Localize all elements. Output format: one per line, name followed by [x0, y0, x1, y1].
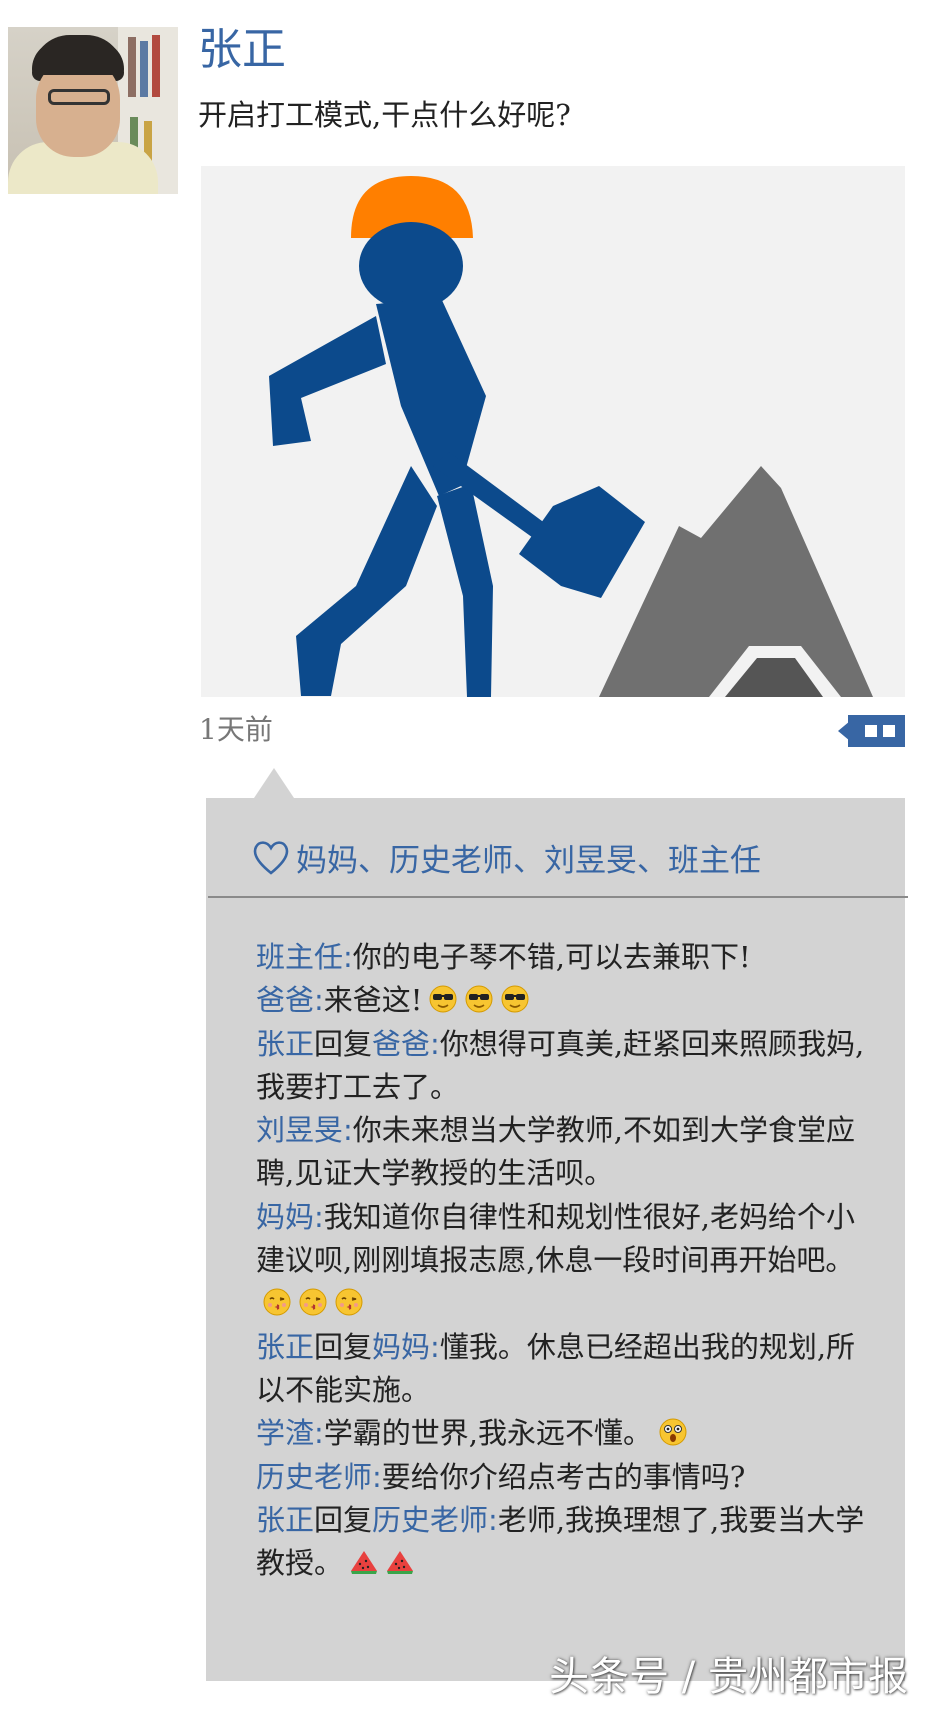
comment-colon: : [314, 1416, 324, 1451]
watermelon-icon [349, 1546, 379, 1576]
kiss-face-icon [262, 1286, 292, 1316]
comment-author[interactable]: 班主任 [256, 940, 343, 974]
comment-item[interactable]: 妈妈:我知道你自律性和规划性很好,老妈给个小建议呗,刚刚填报志愿,休息一段时间再… [256, 1196, 866, 1326]
comment-item[interactable]: 张正回复妈妈:懂我。休息已经超出我的规划,所以不能实施。 [256, 1326, 866, 1413]
avatar[interactable] [8, 27, 178, 194]
comment-list: 班主任:你的电子琴不错,可以去兼职下! 爸爸:来爸这! 张正回复爸爸:你想得可真美,… [256, 936, 866, 1585]
comment-text: 要给你介绍点考古的事情吗? [381, 1459, 746, 1494]
comment-author[interactable]: 张正 [256, 1503, 314, 1537]
reply-word: 回复 [314, 1329, 373, 1364]
comment-colon: : [430, 1026, 440, 1061]
comment-author[interactable]: 刘昱旻 [256, 1113, 343, 1147]
comment-author[interactable]: 历史老师 [256, 1460, 372, 1494]
comment-author[interactable]: 张正 [256, 1027, 314, 1061]
kiss-face-icon [298, 1286, 328, 1316]
comment-item[interactable]: 爸爸:来爸这! [256, 979, 866, 1022]
likes-names[interactable]: 妈妈、历史老师、刘昱旻、班主任 [296, 835, 761, 880]
comment-text: 你的电子琴不错,可以去兼职下! [352, 940, 751, 974]
worker-head [359, 222, 463, 310]
reply-word: 回复 [314, 1502, 373, 1537]
book-spine [152, 35, 160, 97]
comment-colon: : [343, 940, 353, 974]
reply-target[interactable]: 妈妈 [372, 1330, 430, 1364]
reply-word: 回复 [314, 1026, 373, 1061]
worker-digging-illustration [201, 166, 905, 697]
comment-author[interactable]: 爸爸 [256, 983, 314, 1017]
likes-divider [208, 896, 908, 898]
comment-author[interactable]: 张正 [256, 1330, 314, 1364]
comment-colon: : [314, 983, 324, 1018]
cool-face-icon [428, 983, 458, 1013]
reply-target[interactable]: 历史老师 [372, 1503, 488, 1537]
watermark: 头条号 / 贵州都市报 [549, 1654, 908, 1700]
comment-colon: : [372, 1459, 382, 1494]
avatar-glasses [48, 89, 110, 105]
kiss-face-icon [334, 1286, 364, 1316]
book-spine [140, 41, 148, 97]
heart-icon[interactable] [250, 836, 292, 878]
post-image[interactable] [201, 166, 905, 697]
comment-item[interactable]: 班主任:你的电子琴不错,可以去兼职下! [256, 936, 866, 979]
comment-text: 学霸的世界,我永远不懂。 [323, 1416, 653, 1451]
comment-text: 我知道你自律性和规划性很好,老妈给个小建议呗,刚刚填报志愿,休息一段时间再开始吧… [256, 1199, 856, 1278]
comment-colon: : [488, 1502, 498, 1537]
post-timestamp: 1天前 [199, 713, 273, 746]
comment-colon: : [430, 1329, 440, 1364]
post-text: 开启打工模式,干点什么好呢? [198, 98, 571, 132]
more-options-button[interactable] [838, 713, 905, 749]
comment-item[interactable]: 学渣:学霸的世界,我永远不懂。 [256, 1412, 866, 1455]
book-spine [128, 37, 136, 97]
post-author-name[interactable]: 张正 [198, 22, 286, 78]
comment-colon: : [343, 1113, 353, 1148]
comment-item[interactable]: 张正回复爸爸:你想得可真美,赶紧回来照顾我妈,我要打工去了。 [256, 1023, 866, 1110]
comment-colon: : [314, 1199, 324, 1234]
comment-item[interactable]: 张正回复历史老师:老师,我换理想了,我要当大学教授。 [256, 1499, 866, 1586]
comment-text: 来爸这! [323, 983, 423, 1018]
comment-box-caret [254, 768, 294, 798]
comment-item[interactable]: 刘昱旻:你未来想当大学教师,不如到大学食堂应聘,见证大学教授的生活呗。 [256, 1109, 866, 1196]
comment-author[interactable]: 妈妈 [256, 1200, 314, 1234]
comment-item[interactable]: 历史老师:要给你介绍点考古的事情吗? [256, 1456, 866, 1499]
comment-author[interactable]: 学渣 [256, 1416, 314, 1450]
reply-target[interactable]: 爸爸 [372, 1027, 430, 1061]
cool-face-icon [500, 983, 530, 1013]
likes-row: 妈妈、历史老师、刘昱旻、班主任 [250, 832, 761, 882]
watermelon-icon [385, 1546, 415, 1576]
shocked-face-icon [658, 1416, 688, 1446]
comment-bubble-icon [838, 715, 905, 747]
avatar-hair-top [32, 41, 124, 75]
cool-face-icon [464, 983, 494, 1013]
